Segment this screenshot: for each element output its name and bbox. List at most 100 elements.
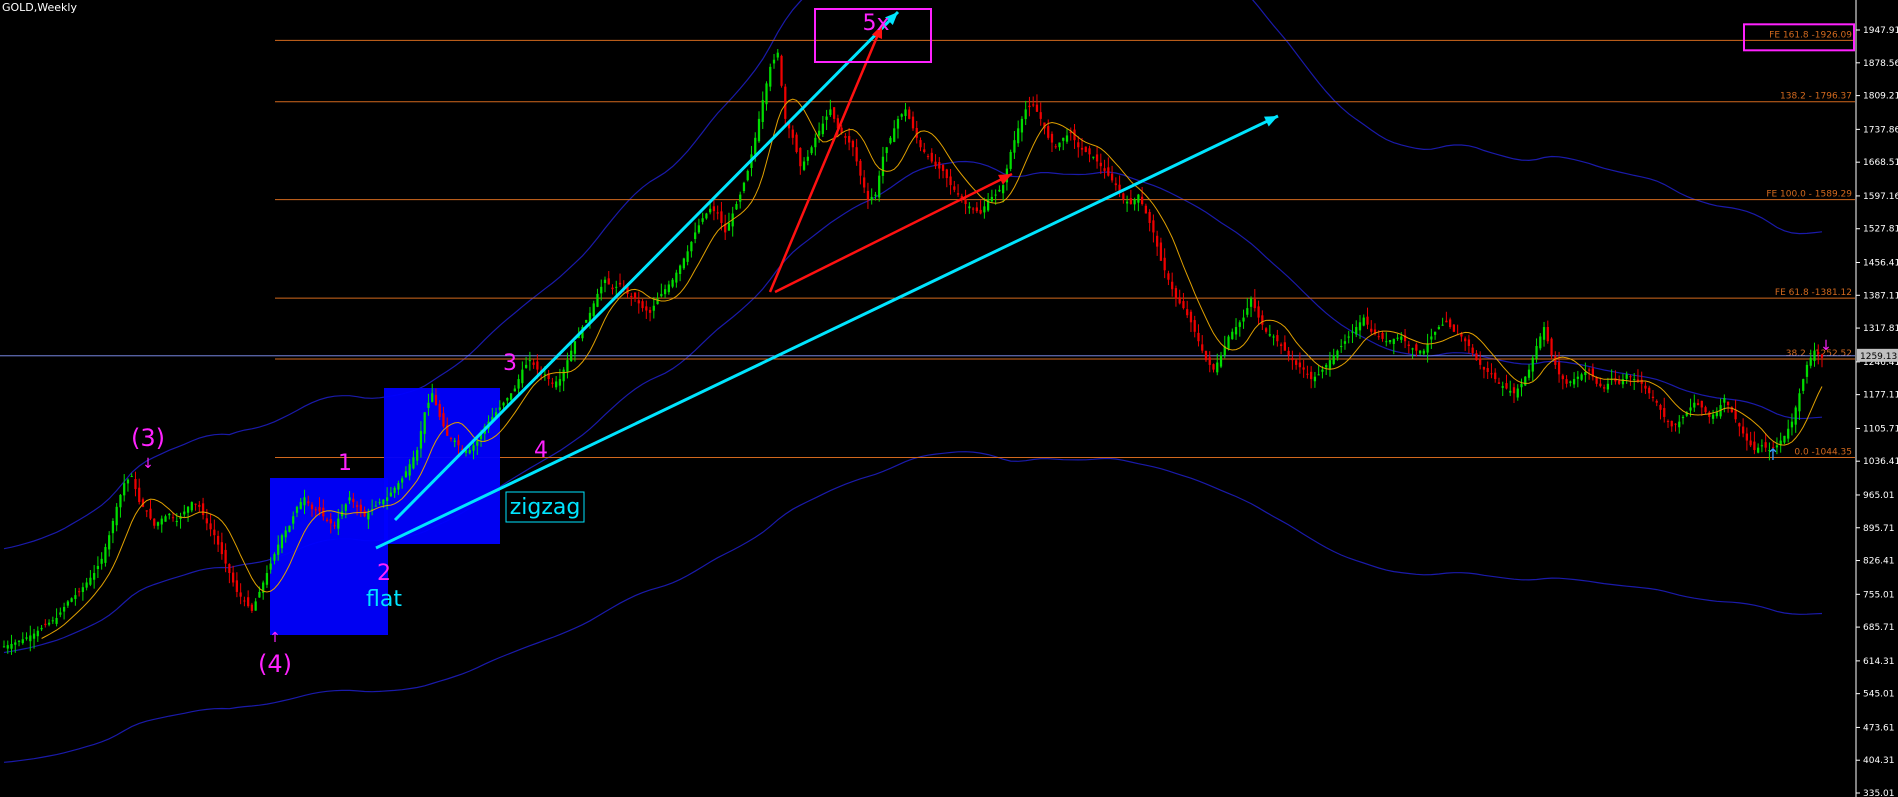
- candle-body: [1535, 345, 1538, 359]
- candle-body: [149, 508, 152, 519]
- candle-body: [1208, 357, 1211, 365]
- chart-canvas[interactable]: FE 161.8 -1926.09 138.2 - 1796.37 FE 100.0…: [0, 0, 1898, 797]
- candle-body: [1125, 201, 1129, 204]
- candle-body: [855, 147, 858, 162]
- candle-body: [1291, 358, 1294, 361]
- candle-body: [355, 505, 359, 507]
- candle-body: [325, 519, 329, 521]
- candle-body: [29, 635, 32, 642]
- candle-body: [1802, 379, 1805, 391]
- candle-body: [111, 520, 115, 534]
- candle-body: [21, 639, 24, 644]
- price-tick-label: 1105.71: [1863, 424, 1898, 434]
- candle-body: [1813, 350, 1816, 362]
- price-tick-label: 685.71: [1863, 623, 1895, 633]
- price-tick-label: 895.71: [1863, 524, 1895, 534]
- candle-body: [562, 369, 565, 382]
- candle-body: [1595, 377, 1598, 384]
- candle-body: [814, 137, 817, 148]
- candle-body: [1696, 403, 1700, 406]
- candle-body: [1114, 183, 1117, 186]
- candle-body: [352, 498, 355, 503]
- candle-body: [1077, 142, 1080, 148]
- candle-body: [1133, 199, 1136, 205]
- candle-body: [968, 206, 971, 209]
- candle-body: [438, 403, 441, 417]
- candle-body: [1156, 235, 1159, 247]
- candle-body: [1689, 407, 1692, 411]
- candle-body: [1794, 407, 1797, 425]
- candle-body: [885, 147, 888, 154]
- candle-body: [701, 218, 704, 222]
- candle-body: [1050, 133, 1054, 143]
- candle-body: [949, 176, 952, 186]
- price-tick-label: 1527.81: [1863, 225, 1898, 235]
- candle-body: [36, 630, 39, 637]
- candle-body: [1633, 379, 1636, 381]
- wave-label: (4): [258, 650, 292, 678]
- candle-body: [1415, 344, 1418, 351]
- candle-body: [1648, 387, 1651, 394]
- candle-body: [1047, 126, 1050, 138]
- wave-label: zigzag: [510, 495, 581, 520]
- candle-body: [979, 209, 982, 214]
- candle-body: [303, 497, 306, 506]
- candle-body: [573, 341, 577, 354]
- candle-body: [754, 137, 757, 155]
- price-chart[interactable]: FE 161.8 -1926.09 138.2 - 1796.37 FE 100.0…: [0, 0, 1898, 797]
- candle-body: [10, 643, 13, 649]
- candle-body: [1572, 379, 1576, 385]
- candle-body: [1520, 383, 1523, 388]
- candle-body: [1745, 433, 1749, 441]
- candle-body: [47, 622, 51, 625]
- candle-body: [1557, 362, 1561, 375]
- candle-body: [1370, 328, 1373, 332]
- candle-body: [1670, 420, 1673, 427]
- candle-body: [1103, 168, 1106, 171]
- price-tick-label: 1387.11: [1863, 291, 1898, 301]
- low-marker-up-icon: ↑: [1766, 445, 1779, 464]
- candle-body: [1659, 405, 1662, 410]
- chart-symbol-title: GOLD,Weekly: [2, 1, 77, 14]
- price-tick-label: 1668.51: [1863, 158, 1898, 168]
- candle-body: [975, 207, 978, 212]
- candle-body: [156, 522, 160, 526]
- candle-body: [307, 501, 310, 504]
- candle-body: [558, 379, 562, 386]
- candle-body: [1024, 109, 1027, 120]
- candle-body: [686, 251, 689, 262]
- candle-body: [1234, 327, 1238, 335]
- candle-body: [776, 52, 779, 58]
- candle-body: [1336, 350, 1339, 358]
- candle-body: [1486, 368, 1489, 372]
- candle-body: [1580, 374, 1583, 380]
- candle-body: [1238, 322, 1241, 327]
- candle-body: [1527, 369, 1531, 378]
- candle-body: [866, 190, 870, 200]
- fib-level-label: FE 61.8 -1381.12: [1775, 288, 1852, 298]
- candle-body: [1201, 344, 1204, 351]
- candle-body: [1129, 198, 1132, 205]
- candle-body: [1584, 371, 1587, 376]
- candle-body: [791, 129, 794, 138]
- candle-body: [1193, 320, 1196, 332]
- candle-body: [536, 361, 539, 370]
- candle-body: [138, 487, 141, 503]
- candle-body: [348, 497, 351, 501]
- candle-body: [89, 577, 92, 585]
- candle-body: [205, 518, 208, 524]
- candle-body: [333, 525, 336, 527]
- price-tick-label: 473.61: [1863, 723, 1895, 733]
- candle-body: [911, 116, 915, 129]
- candle-body: [1505, 383, 1508, 389]
- candle-body: [1257, 306, 1260, 318]
- candle-body: [1708, 412, 1711, 417]
- candle-body: [930, 152, 933, 162]
- candle-body: [1276, 335, 1279, 342]
- candle-body: [389, 492, 393, 497]
- candle-body: [1441, 324, 1444, 326]
- candle-body: [832, 107, 836, 119]
- candle-body: [247, 597, 250, 607]
- candle-body: [1678, 421, 1681, 428]
- candle-body: [896, 118, 900, 129]
